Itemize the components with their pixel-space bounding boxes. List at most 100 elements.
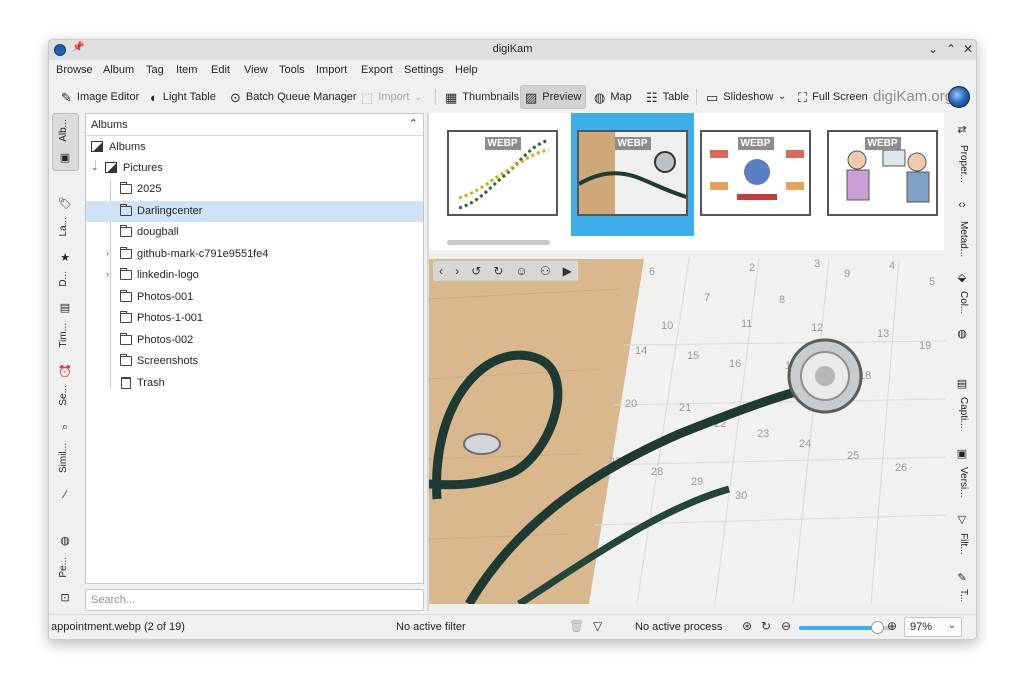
tree-item-screenshots[interactable]: Screenshots [86,351,423,372]
next-icon[interactable]: › [455,264,459,278]
code-icon[interactable]: ‹› [947,199,976,211]
zoom-slider[interactable] [799,621,894,634]
slideshow-menu-button[interactable]: ⌄ [774,85,790,109]
status-filter[interactable]: No active filter [396,621,466,633]
play-icon[interactable]: ▶ [563,264,572,278]
zoom-combo[interactable]: 97% ⌄ [904,617,962,637]
globe-icon[interactable]: ◍ [49,534,81,547]
zoom-out-icon[interactable]: ⊖ [781,619,791,633]
albums-icon[interactable]: ▣ [49,151,81,164]
sidebar-tab-similarity[interactable]: Simil... [58,443,72,473]
image-editor-button[interactable]: ✎ Image Editor [57,85,143,109]
image-preview[interactable]: 6789234510111213141516171819202122232425… [429,259,946,604]
batch-queue-button[interactable]: ⊙ Batch Queue Manager [226,85,361,109]
sidebar-tab-people[interactable]: Pe... [58,557,72,578]
sidebar-tab-labels[interactable]: La... [58,217,72,236]
tree-item-linkedin-logo[interactable]: › linkedin-logo [86,265,423,286]
full-screen-button[interactable]: ⛶ Full Screen [794,85,872,109]
brand-text[interactable]: digiKam.org [873,88,953,105]
rotate-left-icon[interactable]: ↺ [471,264,481,278]
thumbnail-item[interactable]: WEBP [694,113,817,236]
sidebar-tab-properties[interactable]: Proper... [955,145,969,183]
wand-icon[interactable]: ⁄ [49,489,81,501]
sidebar-tab-versions[interactable]: Versi... [955,467,969,498]
tree-item-dougball[interactable]: dougball [86,222,423,243]
clock-icon[interactable]: ⏰ [49,365,81,378]
albums-panel-header[interactable]: Albums ⌃ [86,114,423,136]
menu-settings[interactable]: Settings [404,64,444,76]
menu-export[interactable]: Export [361,64,393,76]
chevron-down-icon[interactable]: ⌄ [91,162,99,173]
sidebar-tab-albums[interactable]: Alb... [58,119,72,142]
sidebar-tab-filters[interactable]: Filt... [955,533,969,555]
digikam-logo[interactable] [948,86,970,108]
add-face-icon[interactable]: ⚇ [540,264,551,278]
properties-icon[interactable]: ⇄ [947,123,976,136]
versions-icon[interactable]: ▣ [947,447,976,460]
globe-icon[interactable]: ◍ [947,327,976,340]
light-table-button[interactable]: ◐ Light Table [146,85,220,109]
collapse-icon[interactable]: ⌃ [409,117,418,130]
tree-item-trash[interactable]: Trash [86,373,423,394]
album-search-input[interactable] [86,590,423,610]
caption-icon[interactable]: ▤ [947,377,976,390]
filter-icon[interactable]: ▽ [593,619,602,633]
tree-root-albums[interactable]: Albums [86,137,423,158]
album-search-box[interactable] [85,589,424,611]
sidebar-tab-search[interactable]: Se... [58,385,72,406]
refresh-icon[interactable]: ↻ [761,619,771,633]
menu-help[interactable]: Help [455,64,478,76]
tree-item-photos-1-001[interactable]: Photos-1-001 [86,308,423,329]
rotate-right-icon[interactable]: ↻ [493,264,503,278]
table-button[interactable]: ☷ Table [642,85,693,109]
map-button[interactable]: ◍ Map [590,85,636,109]
zoom-in-icon[interactable]: ⊕ [887,619,897,633]
face-tag-icon[interactable]: ☺ [515,264,527,278]
filter-icon[interactable]: ▽ [947,513,976,526]
sidebar-tab-captions[interactable]: Capti... [955,397,969,429]
sidebar-tab-colors[interactable]: Col... [955,291,969,314]
menu-import[interactable]: Import [316,64,347,76]
zoom-fit-icon[interactable]: ⊛ [742,619,752,633]
menu-tools[interactable]: Tools [279,64,305,76]
sidebar-tab-tools[interactable]: T... [955,589,969,602]
menu-view[interactable]: View [244,64,268,76]
sidebar-tab-metadata[interactable]: Metad... [955,221,969,257]
menu-album[interactable]: Album [103,64,134,76]
tree-item-github-mark[interactable]: › github-mark-c791e9551fe4 [86,244,423,265]
menu-browse[interactable]: Browse [56,64,93,76]
tree-item-photos-001[interactable]: Photos-001 [86,287,423,308]
thumbnail-item[interactable]: WEBP [441,113,564,236]
menu-edit[interactable]: Edit [211,64,230,76]
menu-tag[interactable]: Tag [146,64,164,76]
menu-item[interactable]: Item [176,64,197,76]
sidebar-tab-dates[interactable]: D... [58,271,72,287]
color-fill-icon[interactable]: ⬙ [947,271,976,284]
search-icon[interactable]: ⌕ [49,421,81,434]
sidebar-tab-timeline[interactable]: Tim... [58,323,72,348]
tree-item-darlingcenter[interactable]: Darlingcenter [86,201,423,222]
tag-icon[interactable]: 🏷 [49,197,81,210]
tools-icon[interactable]: ✎ [947,571,976,584]
tree-collection-pictures[interactable]: ⌄ Pictures [86,158,423,179]
thumbnail-scrollbar[interactable] [447,240,550,245]
tree-item-2025[interactable]: 2025 [86,179,423,200]
minimize-icon[interactable]: ⌄ [926,42,940,56]
trash-icon[interactable]: 🗑 [569,619,584,633]
thumbnail-item[interactable]: WEBP [821,113,944,236]
previous-icon[interactable]: ‹ [439,264,443,278]
slideshow-button[interactable]: ▭ Slideshow [702,85,777,109]
person-icon[interactable]: ⊡ [49,591,81,604]
close-icon[interactable]: ✕ [961,42,975,56]
thumbnails-button[interactable]: ▦ Thumbnails [441,85,523,109]
calendar-icon[interactable]: ▤ [49,301,81,314]
tree-item-photos-002[interactable]: Photos-002 [86,330,423,351]
chevron-right-icon[interactable]: › [106,248,109,258]
maximize-icon[interactable]: ⌃ [944,42,958,56]
preview-button[interactable]: ▨ Preview [520,85,587,109]
thumbnail-item-selected[interactable]: WEBP [571,113,694,236]
chevron-right-icon[interactable]: › [106,269,109,279]
import-button[interactable]: ⬚ Import ⌄ [357,85,426,109]
zoom-slider-handle[interactable] [870,621,884,634]
star-icon[interactable]: ★ [49,251,81,264]
